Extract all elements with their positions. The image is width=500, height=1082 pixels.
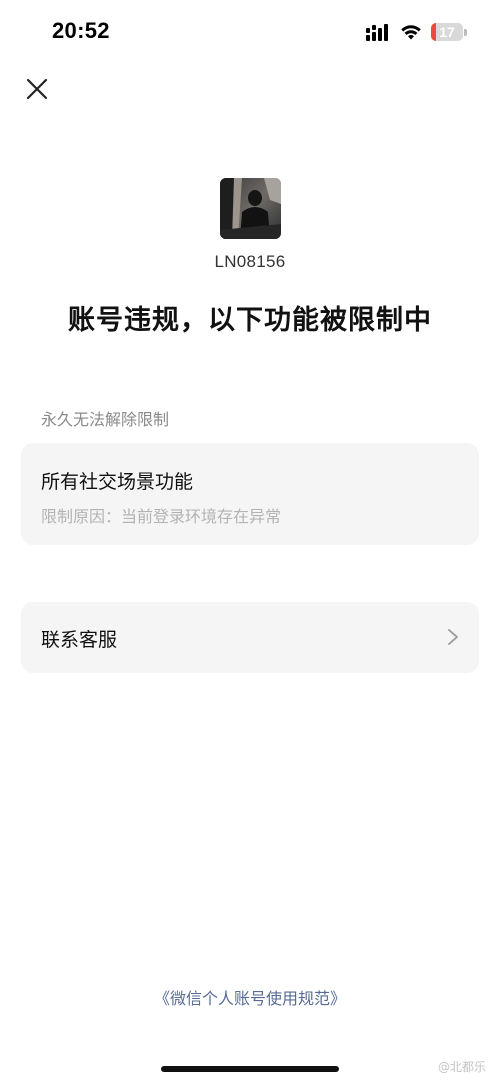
restriction-feature: 所有社交场景功能 xyxy=(41,471,194,493)
contact-support-button[interactable]: 联系客服 xyxy=(21,602,479,673)
wifi-icon xyxy=(401,25,421,40)
contact-support-label: 联系客服 xyxy=(41,629,118,651)
close-icon[interactable] xyxy=(22,74,52,104)
avatar xyxy=(220,178,281,239)
battery-icon: 17 xyxy=(431,23,469,43)
status-bar: 20:52 17 xyxy=(0,0,500,66)
battery-tip xyxy=(464,29,467,36)
signal-icon xyxy=(366,24,388,41)
chevron-right-icon xyxy=(448,629,458,645)
battery-body: 17 xyxy=(431,23,463,41)
page-title: 账号违规，以下功能被限制中 xyxy=(68,305,432,336)
account-id: LN08156 xyxy=(214,252,286,271)
restriction-reason: 限制原因：当前登录环境存在异常 xyxy=(41,507,282,526)
status-time: 20:52 xyxy=(52,18,110,43)
watermark: @北都乐 xyxy=(438,1060,487,1074)
home-indicator[interactable] xyxy=(161,1066,339,1072)
avatar-photo xyxy=(220,178,281,239)
restriction-card: 所有社交场景功能 限制原因：当前登录环境存在异常 xyxy=(21,443,479,545)
battery-level: 17 xyxy=(439,24,455,40)
section-label: 永久无法解除限制 xyxy=(41,410,170,429)
policy-link[interactable]: 《微信个人账号使用规范》 xyxy=(0,985,500,1009)
